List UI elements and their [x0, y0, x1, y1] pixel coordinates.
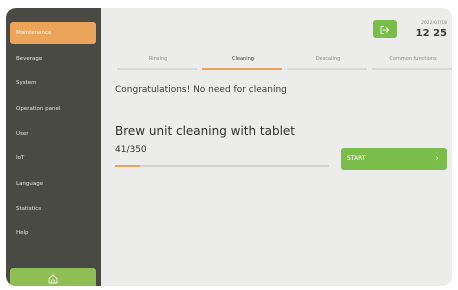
sidebar-item-beverage[interactable]: Beverage — [10, 48, 96, 70]
device-screen: Maintenance Beverage System Operation pa… — [6, 8, 452, 286]
status-message: Congratulations! No need for cleaning — [115, 85, 287, 95]
progress-fill — [115, 165, 141, 167]
progress-bar — [115, 165, 329, 167]
chevron-right-icon: › — [435, 154, 439, 164]
frame: Maintenance Beverage System Operation pa… — [0, 0, 458, 290]
tab-cleaning-underline — [202, 68, 282, 70]
cleaning-counter: 41/350 — [115, 145, 147, 155]
start-label: START — [347, 155, 366, 162]
tab-rinsing[interactable]: Rinsing — [117, 56, 199, 68]
tab-rinsing-underline — [117, 68, 197, 70]
sidebar-item-operation-panel[interactable]: Operation panel — [10, 98, 96, 120]
sidebar-item-language[interactable]: Language — [10, 173, 96, 195]
date-label: 2022/07/18 — [421, 21, 447, 26]
sidebar-item-iot[interactable]: IoT — [10, 147, 96, 169]
sidebar-item-statistics[interactable]: Statistics — [10, 198, 96, 220]
time-label: 12 25 — [415, 28, 447, 39]
sidebar-item-system[interactable]: System — [10, 72, 96, 94]
home-icon — [47, 270, 59, 287]
home-button[interactable] — [10, 268, 96, 286]
exit-icon — [379, 20, 391, 39]
tab-common-functions[interactable]: Common functions — [372, 56, 452, 68]
sidebar-item-maintenance[interactable]: Maintenance — [10, 22, 96, 44]
section-heading: Brew unit cleaning with tablet — [115, 124, 295, 138]
tab-common-functions-underline — [372, 68, 452, 70]
main-panel: 2022/07/18 12 25 Rinsing Cleaning Descal… — [101, 8, 452, 286]
sidebar-item-help[interactable]: Help — [10, 222, 96, 244]
tab-cleaning[interactable]: Cleaning — [202, 56, 284, 68]
tab-descaling[interactable]: Descaling — [287, 56, 369, 68]
sidebar: Maintenance Beverage System Operation pa… — [6, 8, 101, 286]
sidebar-item-user[interactable]: User — [10, 123, 96, 145]
tab-descaling-underline — [287, 68, 367, 70]
exit-button[interactable] — [373, 20, 397, 38]
start-button[interactable]: START › — [341, 148, 447, 170]
